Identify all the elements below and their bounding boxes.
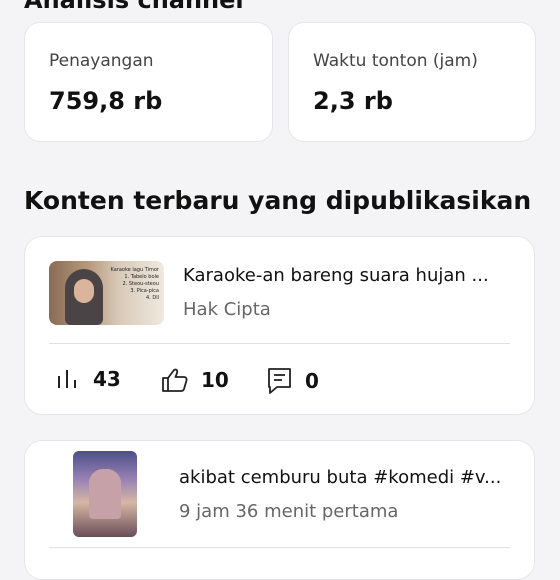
thumbnail-line: 4. Dll [146, 295, 159, 301]
video-thumbnail[interactable] [73, 451, 137, 537]
video-duration-window: 9 jam 36 menit pertama [179, 501, 399, 522]
divider [49, 547, 510, 548]
likes-count: 10 [201, 368, 229, 392]
watch-time-stat-card[interactable]: Waktu tonton (jam) 2,3 rb [288, 22, 536, 142]
thumbs-up-icon [162, 368, 188, 392]
comment-icon [268, 368, 291, 394]
watch-time-label: Waktu tonton (jam) [313, 51, 478, 71]
views-value: 759,8 rb [49, 87, 163, 115]
video-title[interactable]: akibat cemburu buta #komedi #v... [179, 467, 513, 488]
video-thumbnail[interactable]: Karaoke lagu Timor 1. Tabelo bole 2. Ste… [49, 261, 164, 325]
views-label: Penayangan [49, 51, 154, 71]
content-card[interactable]: Karaoke lagu Timor 1. Tabelo bole 2. Ste… [24, 236, 535, 415]
views-metric: 43 [55, 367, 121, 391]
thumbnail-person [89, 469, 121, 519]
views-count: 43 [93, 367, 121, 391]
video-title[interactable]: Karaoke-an bareng suara hujan ... [183, 265, 513, 286]
thumbnail-line: Karaoke lagu Timor [110, 267, 159, 273]
thumbnail-line: 1. Tabelo bole [124, 274, 159, 280]
recent-content-heading: Konten terbaru yang dipublikasikan [24, 186, 532, 215]
thumbnail-line: 3. Pica-pica [130, 288, 159, 294]
bar-chart-icon [58, 370, 76, 388]
thumbnail-face [74, 279, 94, 303]
channel-analytics-heading: Analisis channel [24, 0, 244, 14]
divider [49, 343, 510, 344]
likes-metric: 10 [161, 367, 229, 393]
watch-time-value: 2,3 rb [313, 87, 393, 115]
thumbnail-text: Karaoke lagu Timor 1. Tabelo bole 2. Ste… [107, 267, 159, 319]
comments-count: 0 [305, 369, 319, 393]
content-card[interactable]: akibat cemburu buta #komedi #v... 9 jam … [24, 440, 535, 580]
thumbnail-line: 2. Steou-steou [122, 281, 159, 287]
comments-metric: 0 [267, 367, 319, 395]
video-status: Hak Cipta [183, 299, 271, 320]
views-stat-card[interactable]: Penayangan 759,8 rb [24, 22, 273, 142]
